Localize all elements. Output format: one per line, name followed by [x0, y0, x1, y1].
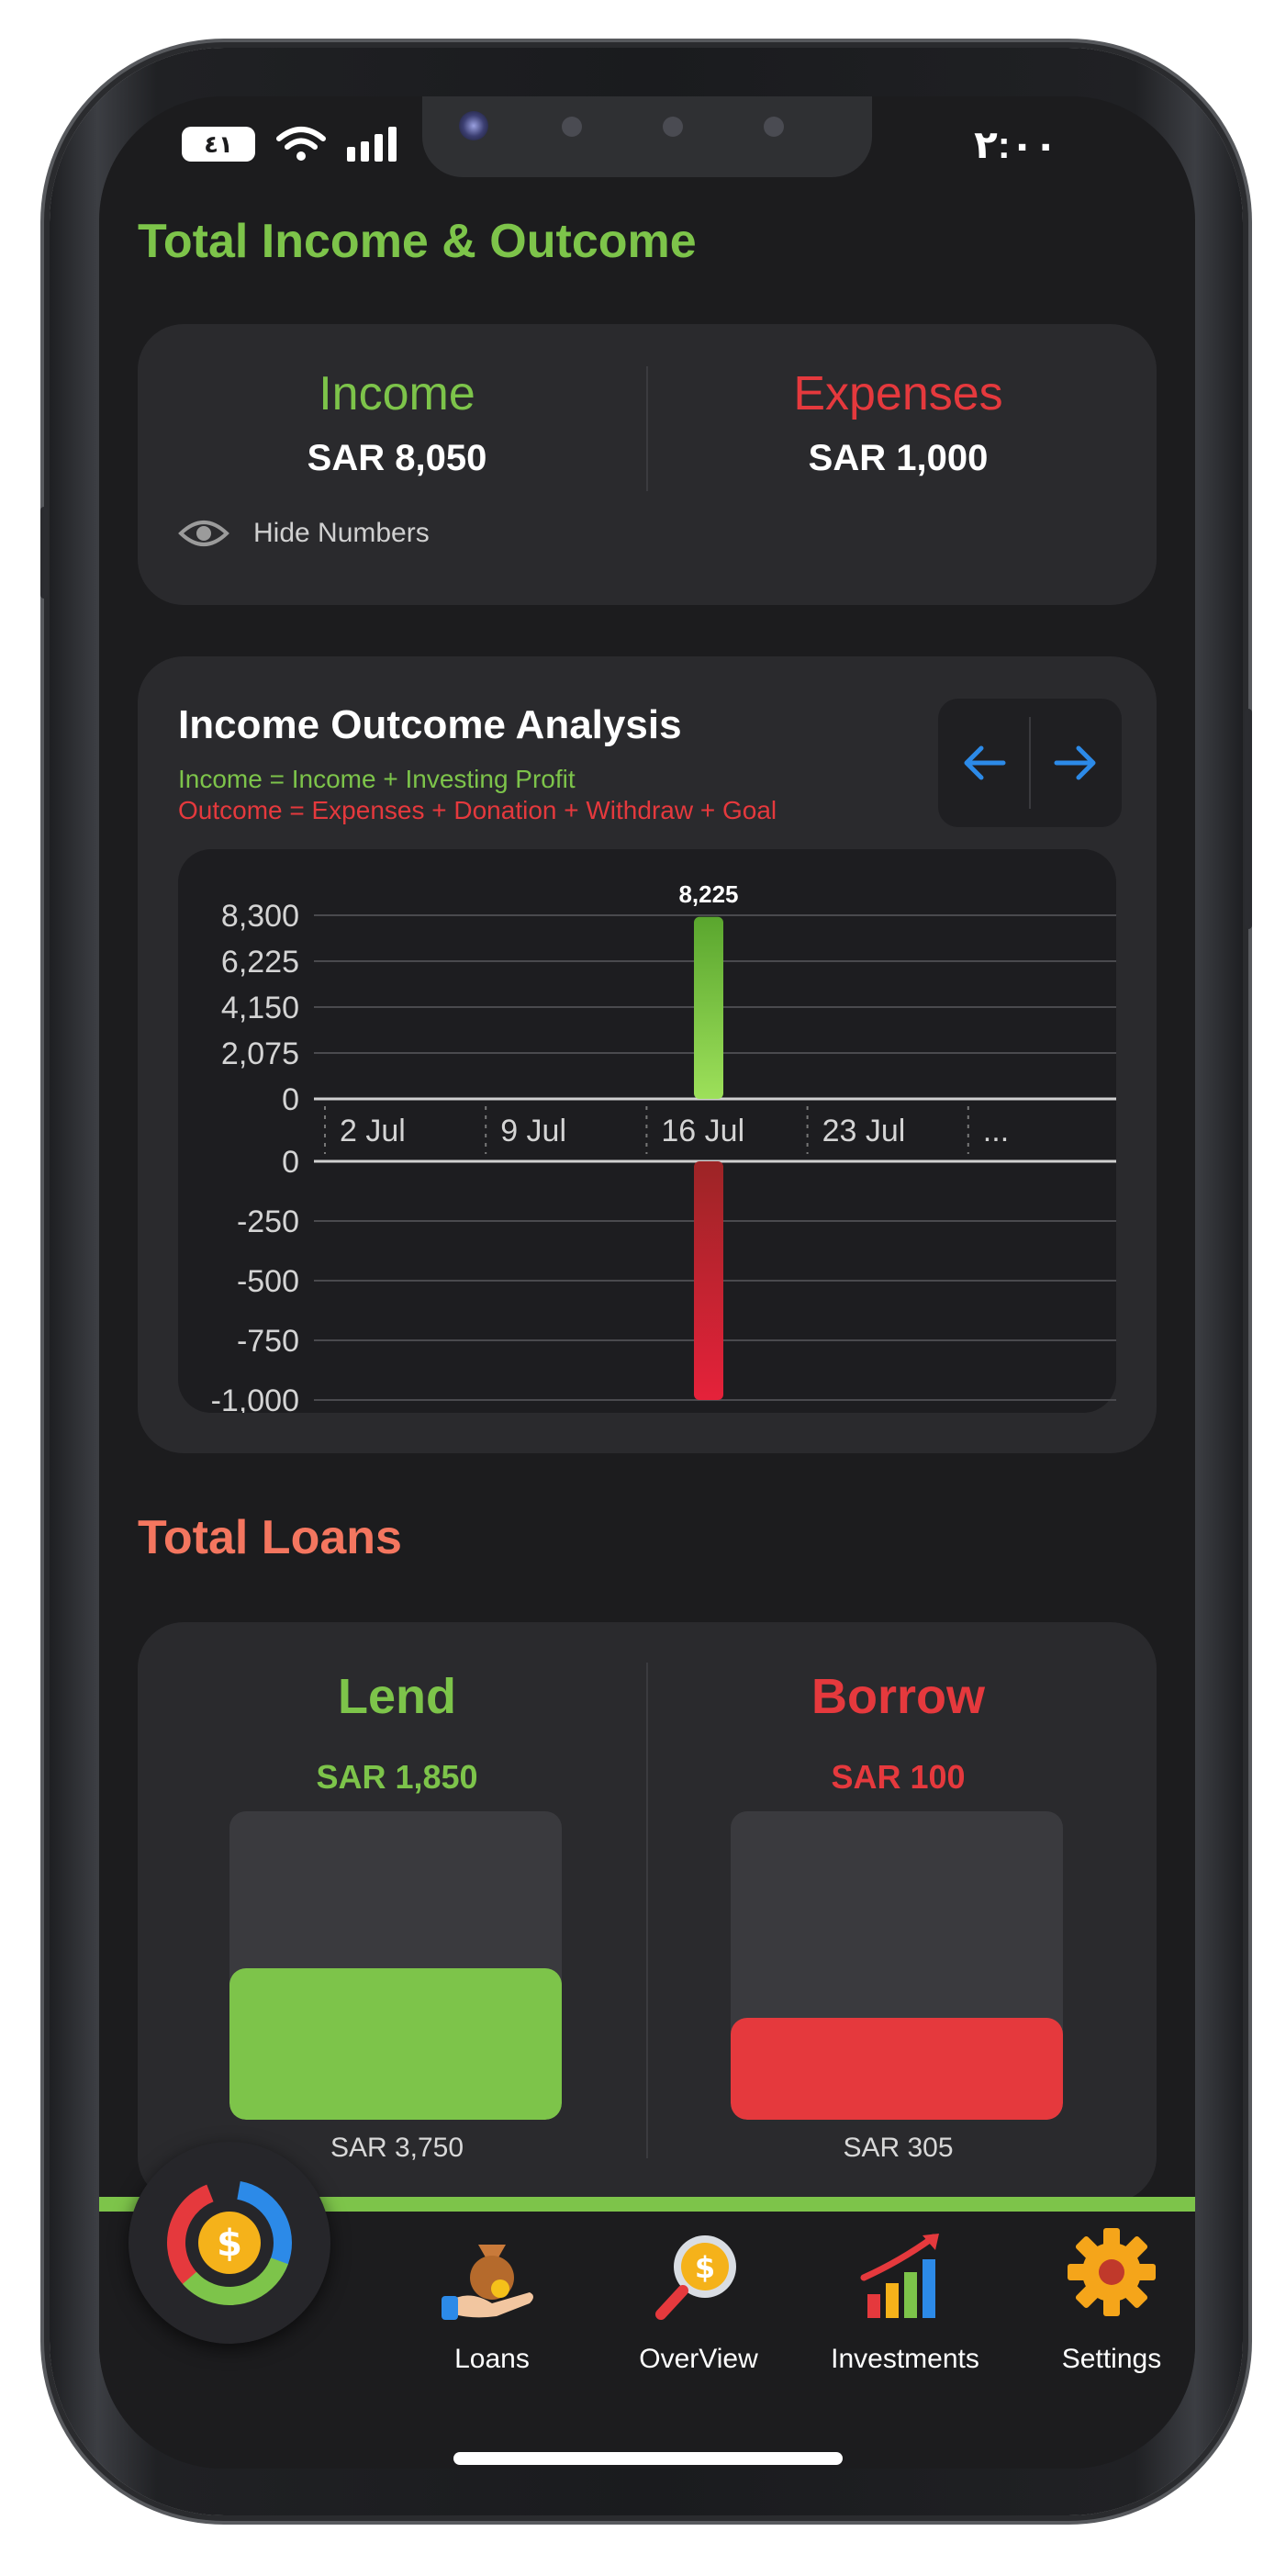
- tab-settings-label: Settings: [1061, 2344, 1162, 2374]
- income-value: SAR 8,050: [307, 438, 487, 478]
- tab-settings[interactable]: Settings: [1011, 2224, 1195, 2375]
- income-outcome-chart-panel: 8,300 6,225 4,150 2,075 0 0 -250 -500 -750 -1,000…: [178, 849, 1118, 1439]
- income-label: Income: [319, 367, 475, 420]
- period-nav: [938, 699, 1122, 827]
- outcome-tick-label: 0: [282, 1145, 299, 1180]
- arrow-right-icon: [1054, 745, 1096, 780]
- income-tick-label: 2,075: [221, 1036, 299, 1071]
- x-tick-label: ...: [983, 1114, 1009, 1148]
- income-tick-label: 6,225: [221, 945, 299, 980]
- outcome-tick-label: -750: [237, 1324, 299, 1359]
- cellular-signal-icon: [347, 127, 397, 162]
- income-outcome-chart: 8,300 6,225 4,150 2,075 0 0 -250 -500 -750 -1,000…: [211, 880, 1118, 1439]
- sensor-dot-icon: [764, 117, 784, 137]
- money-bag-hand-icon: [442, 2224, 542, 2325]
- income-outcome-title: Total Income & Outcome: [138, 215, 697, 268]
- loans-card: Lend SAR 1,850 SAR 3,750 Borrow SAR 100 …: [138, 1622, 1157, 2202]
- analysis-card: Income Outcome Analysis Income = Income …: [138, 656, 1157, 1453]
- hide-numbers-toggle[interactable]: Hide Numbers: [178, 517, 430, 550]
- x-tick-label: 2 Jul: [340, 1114, 406, 1148]
- eye-icon: [178, 521, 229, 546]
- arrow-left-icon: [964, 745, 1006, 780]
- x-tick-label: 16 Jul: [661, 1114, 744, 1148]
- lend-value: SAR 1,850: [316, 1758, 478, 1796]
- outcome-tick-label: -250: [237, 1204, 299, 1239]
- lend-bar-track: [229, 1811, 562, 2120]
- outcome-tick-label: -1,000: [211, 1383, 299, 1413]
- status-time: ٢:٠٠: [974, 123, 1057, 166]
- tab-investments[interactable]: Investments: [804, 2224, 1006, 2375]
- lend-bar-fill: [229, 1968, 562, 2120]
- divider: [646, 1663, 648, 2158]
- borrow-bar-track: [731, 1811, 1063, 2120]
- outcome-bar-label: 1,000: [678, 1411, 738, 1413]
- income-tick-label: 0: [282, 1082, 299, 1117]
- home-indicator: [453, 2452, 843, 2465]
- camera-notch: [422, 96, 872, 177]
- income-tick-label: 4,150: [221, 991, 299, 1025]
- tab-investments-label: Investments: [831, 2344, 979, 2374]
- expenses-value: SAR 1,000: [808, 438, 989, 478]
- income-bar-label: 8,225: [678, 880, 738, 908]
- tab-bar: $ Loans $ OverView Investments Settings: [99, 2142, 1195, 2469]
- borrow-bar-fill: [731, 2018, 1063, 2120]
- lend-label: Lend: [338, 1669, 456, 1724]
- outcome-formula: Outcome = Expenses + Donation + Withdraw…: [178, 796, 777, 824]
- sensor-dot-icon: [562, 117, 582, 137]
- expenses-label: Expenses: [793, 367, 1003, 420]
- growth-chart-icon: [855, 2224, 956, 2325]
- total-loans-title: Total Loans: [138, 1511, 402, 1564]
- borrow-total: SAR 305: [843, 2133, 954, 2163]
- mute-switch: [40, 507, 48, 599]
- next-period-button[interactable]: [1030, 699, 1122, 827]
- screen: ٤١ ٢:٠٠ Total Income & Outcome Income SA…: [99, 96, 1195, 2469]
- income-bar: [694, 916, 723, 1099]
- tab-loans[interactable]: Loans: [391, 2224, 593, 2375]
- tab-overview-label: OverView: [639, 2344, 758, 2374]
- outcome-tick-label: -500: [237, 1264, 299, 1299]
- tab-loans-label: Loans: [454, 2344, 530, 2374]
- center-dashboard-button[interactable]: $: [129, 2142, 330, 2344]
- x-tick-label: 23 Jul: [822, 1114, 906, 1148]
- wifi-icon: [276, 127, 326, 161]
- dollar-donut-icon: $: [167, 2180, 292, 2305]
- outcome-bar: [694, 1161, 723, 1400]
- income-tick-label: 8,300: [221, 899, 299, 934]
- borrow-label: Borrow: [811, 1669, 985, 1724]
- gear-icon: [1061, 2224, 1162, 2325]
- svg-text:$: $: [695, 2250, 715, 2285]
- svg-text:$: $: [217, 2223, 242, 2265]
- income-formula: Income = Income + Investing Profit: [178, 765, 576, 793]
- analysis-title: Income Outcome Analysis: [178, 702, 682, 747]
- coin-magnifier-icon: $: [648, 2224, 749, 2325]
- tab-overview[interactable]: $ OverView: [598, 2224, 800, 2375]
- hide-numbers-label: Hide Numbers: [253, 518, 430, 548]
- front-camera-icon: [459, 111, 488, 140]
- income-expenses-card: Income SAR 8,050 Expenses SAR 1,000 Hide…: [138, 324, 1157, 605]
- sensor-dot-icon: [663, 117, 683, 137]
- status-icons: ٤١: [182, 126, 397, 162]
- power-button: [1245, 709, 1252, 929]
- x-tick-label: 9 Jul: [500, 1114, 566, 1148]
- previous-period-button[interactable]: [938, 699, 1030, 827]
- battery-icon: ٤١: [182, 127, 255, 162]
- borrow-value: SAR 100: [831, 1758, 966, 1796]
